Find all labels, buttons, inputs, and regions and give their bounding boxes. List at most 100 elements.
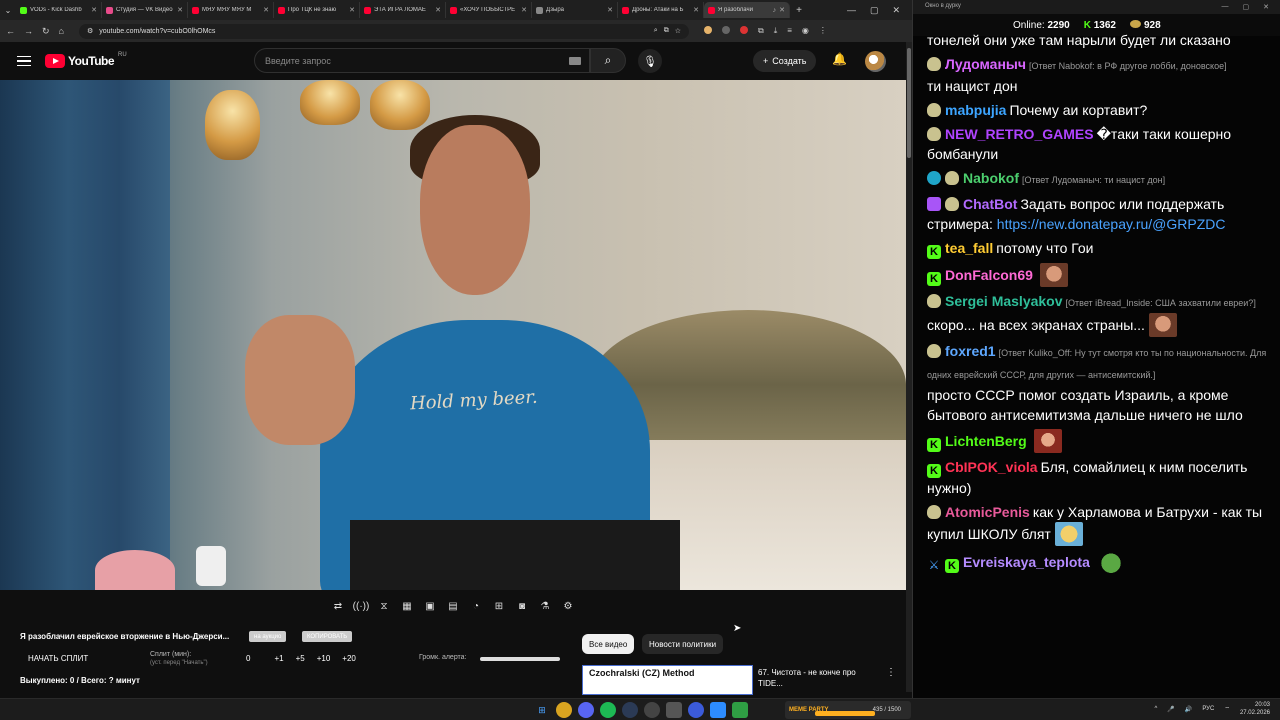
username[interactable]: tea_fall (945, 240, 993, 256)
settings-gear-icon[interactable]: ⚙ (560, 599, 576, 613)
search-icon[interactable]: ⌕ (590, 48, 626, 73)
network-icon[interactable]: ⌔ (1224, 705, 1230, 713)
app-icon[interactable] (666, 702, 682, 718)
create-button[interactable]: + Создать (753, 50, 817, 72)
bookmark-star-icon[interactable]: ☆ (675, 27, 681, 35)
tab-0[interactable]: VODs - Kick Dashb ✕ (16, 2, 102, 18)
tab-3[interactable]: Про ТЦК не знаю ✕ (274, 2, 360, 18)
tab-7[interactable]: Дроны: Атаки на Б ✕ (618, 2, 704, 18)
reload-icon[interactable]: ↻ (42, 26, 50, 37)
spotify-icon[interactable] (600, 702, 616, 718)
install-icon[interactable]: ⧉ (664, 27, 669, 35)
tab-4[interactable]: ЭТА ИГРА ЛОМАЕ ✕ (360, 2, 446, 18)
tab-2[interactable]: МЯУ МЯУ МЯУ М ✕ (188, 2, 274, 18)
profile-icon[interactable]: ◉ (802, 26, 809, 36)
extensions-puzzle-icon[interactable]: ⧉ (758, 26, 764, 36)
close-icon[interactable]: ✕ (435, 6, 441, 14)
close-icon[interactable]: ✕ (779, 6, 785, 14)
meme-party-widget[interactable]: MEME PARTY 435 / 1500 (785, 701, 911, 719)
discord-icon[interactable] (578, 702, 594, 718)
username[interactable]: AtomicPenis (945, 504, 1030, 520)
download-icon[interactable]: ⤓ (774, 26, 778, 36)
username[interactable]: foxred1 (945, 343, 996, 359)
extension-icon[interactable] (739, 26, 748, 34)
close-icon[interactable]: ✕ (607, 6, 613, 14)
start-split-button[interactable]: НАЧАТЬ СПЛИТ (28, 654, 88, 663)
tab-5[interactable]: «ХОЧУ ПОБЫСТРЕ ✕ (446, 2, 532, 18)
screenshot-camera-icon[interactable]: ◙ (514, 599, 530, 613)
clock[interactable]: 20:03 27.02.2026 (1240, 701, 1270, 717)
tab-search-icon[interactable]: ⌄ (0, 0, 16, 20)
keyboard-icon[interactable] (569, 57, 581, 65)
menu-icon[interactable] (17, 55, 31, 67)
picture-in-picture-icon[interactable]: ▣ (422, 599, 438, 613)
youtube-logo[interactable]: YouTube RU (45, 52, 127, 68)
close-icon[interactable]: ✕ (177, 6, 183, 14)
microphone-icon[interactable]: 🎙 (638, 49, 662, 73)
split-plus-1-button[interactable]: +1 (274, 654, 283, 663)
mute-icon[interactable]: ♪ (773, 7, 777, 14)
extension-icon[interactable] (703, 26, 712, 34)
add-to-playlist-icon[interactable]: ⊞ (491, 599, 507, 613)
flask-icon[interactable]: ⚗ (537, 599, 553, 613)
search-input[interactable]: Введите запрос (254, 48, 590, 73)
close-icon[interactable]: ✕ (349, 6, 355, 14)
chip-political-news[interactable]: Новости политики (642, 634, 724, 654)
close-icon[interactable]: ✕ (91, 6, 97, 14)
split-value[interactable]: 0 (246, 654, 250, 663)
tab-8-active[interactable]: Я разоблачи ♪ ✕ (704, 2, 790, 18)
clapper-icon[interactable]: ▦ (399, 599, 415, 613)
tray-chevron-icon[interactable]: ^ (1155, 706, 1158, 712)
steam-icon[interactable] (622, 702, 638, 718)
mini-player-icon[interactable]: ▤ (445, 599, 461, 613)
avatar[interactable] (865, 51, 886, 72)
close-icon[interactable]: ✕ (521, 6, 527, 14)
copy-button[interactable]: КОПИРОВАТЬ (302, 631, 353, 642)
home-icon[interactable]: ⌂ (59, 26, 64, 36)
close-icon[interactable]: ✕ (693, 6, 699, 14)
new-tab-icon[interactable]: + (790, 5, 808, 16)
username[interactable]: ChatBot (963, 196, 1017, 212)
telegram-icon[interactable] (710, 702, 726, 718)
language-indicator[interactable]: РУС (1202, 706, 1214, 712)
username[interactable]: LichtenBerg (945, 433, 1027, 449)
username[interactable]: Evreiskaya_teplota (963, 554, 1090, 570)
tab-1[interactable]: Студия — VK Видео ✕ (102, 2, 188, 18)
maximize-icon[interactable]: ▢ (1243, 3, 1250, 11)
audio-wave-icon[interactable]: ((·)) (353, 599, 370, 613)
chip-all-videos[interactable]: Все видео (582, 634, 635, 654)
zoom-icon[interactable]: ⌕ (654, 27, 658, 35)
windows-start-icon[interactable]: ⊞ (534, 702, 550, 718)
video-player[interactable]: Hold my beer. (0, 80, 906, 590)
close-icon[interactable]: ✕ (263, 6, 269, 14)
obs-icon[interactable] (644, 702, 660, 718)
maximize-icon[interactable]: ▢ (870, 5, 879, 16)
recommended-thumbnail[interactable]: Czochralski (CZ) Method (582, 665, 753, 695)
username[interactable]: Лудоманыч (945, 56, 1026, 72)
forward-icon[interactable]: → (24, 26, 33, 36)
split-plus-5-button[interactable]: +5 (296, 654, 305, 663)
watch-later-icon[interactable]: ⧖ (376, 599, 392, 613)
speed-icon[interactable]: ◔ (468, 599, 484, 613)
notifications-bell-icon[interactable]: 🔔 (832, 52, 847, 66)
minimize-icon[interactable]: — (847, 5, 856, 16)
chrome-icon[interactable] (556, 702, 572, 718)
more-actions-icon[interactable]: ⋮ (886, 667, 896, 678)
split-plus-10-button[interactable]: +10 (317, 654, 331, 663)
back-icon[interactable]: ← (6, 26, 15, 36)
donate-link[interactable]: https://new.donatepay.ru/@GRPZDC (997, 216, 1226, 232)
tool-icon[interactable] (732, 702, 748, 718)
close-window-icon[interactable]: ✕ (892, 5, 900, 16)
split-plus-20-button[interactable]: +20 (342, 654, 356, 663)
extension-icon[interactable] (721, 26, 730, 34)
speaker-icon[interactable]: 🔊 (1185, 706, 1192, 713)
tab-6[interactable]: Дзыра ✕ (532, 2, 618, 18)
recommended-video[interactable]: Czochralski (CZ) Method 67. Чистота - не… (582, 665, 902, 695)
username[interactable]: CbIPOK_viola (945, 459, 1038, 475)
username[interactable]: Sergei Maslyakov (945, 293, 1063, 309)
loop-icon[interactable]: ⇄ (330, 599, 346, 613)
microphone-icon[interactable]: 🎤 (1167, 706, 1174, 713)
browser-menu-icon[interactable]: ⋮ (819, 26, 827, 36)
username[interactable]: Nabokof (963, 170, 1019, 186)
username[interactable]: NEW_RETRO_GAMES (945, 126, 1094, 142)
